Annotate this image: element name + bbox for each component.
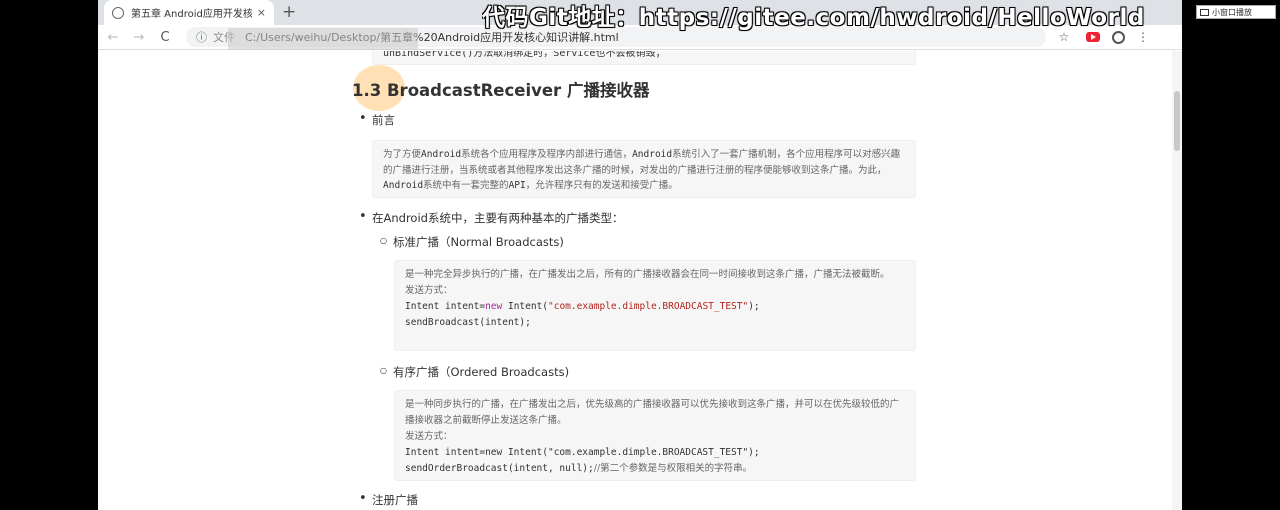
- watermark-text: 代码Git地址：https://gitee.com/hwdroid/HelloW…: [482, 5, 1145, 31]
- sub-bullet-ordered: 有序广播（Ordered Broadcasts): [380, 364, 569, 380]
- preface-text: ，允许程序只有的发送和接受广播。: [525, 180, 678, 191]
- normal-code-line-2: sendBroadcast(intent);: [405, 317, 531, 328]
- page-scrollbar[interactable]: [1172, 51, 1182, 510]
- section-heading: 1.3 BroadcastReceiver 广播接收器: [352, 81, 650, 100]
- normal-code-line-1: Intent intent=new Intent("com.example.di…: [405, 299, 905, 315]
- tab-title: 第五章 Android应用开发核心知: [131, 9, 252, 20]
- code-keyword: new: [485, 301, 503, 312]
- ordered-broadcast-code: 是一种同步执行的广播，在广播发出之后，优先级高的广播接收器可以优先接收到这条广播…: [394, 390, 916, 481]
- reload-button[interactable]: C: [154, 30, 176, 45]
- profile-avatar-icon[interactable]: [1112, 30, 1125, 44]
- code-token: Intent(: [502, 301, 549, 312]
- blurred-region: [228, 28, 418, 50]
- mini-window-button[interactable]: 小窗口播放: [1196, 5, 1276, 19]
- page-content: unBindService()方法取消绑定时，Service也不会被销毁； 1.…: [98, 51, 1182, 510]
- ordered-send-label: 发送方式：: [405, 431, 453, 442]
- globe-icon: [112, 6, 124, 19]
- scrollbar-thumb[interactable]: [1174, 91, 1180, 151]
- code-string: "com.example.dimple.BROADCAST_TEST": [548, 301, 749, 312]
- preface-term: API: [508, 180, 526, 191]
- preface-quote: 为了方便Android系统各个应用程序及程序内部进行通信，Android系统引入…: [372, 140, 916, 198]
- code-comment: //第二个参数是与权限相关的字符串。: [593, 463, 753, 474]
- previous-code-block: unBindService()方法取消绑定时，Service也不会被销毁；: [372, 51, 916, 65]
- preface-text: 系统中有一套完整的: [423, 180, 509, 191]
- sub-bullet-normal: 标准广播（Normal Broadcasts): [380, 234, 564, 250]
- code-token: );: [748, 301, 760, 312]
- code-token: sendOrderBroadcast(intent, null);: [405, 463, 594, 474]
- bullet-register: 注册广播: [359, 491, 418, 508]
- tab-close-icon[interactable]: ×: [257, 6, 266, 19]
- bullet-broadcast-types: 在Android系统中，主要有两种基本的广播类型：: [359, 209, 623, 226]
- back-button[interactable]: ←: [102, 30, 124, 45]
- mini-window-icon: [1200, 8, 1209, 16]
- preface-term: Android: [383, 180, 424, 191]
- preface-text: 系统各个应用程序及程序内部进行通信，: [461, 149, 633, 160]
- code-token: Intent intent=: [405, 301, 486, 312]
- menu-icon[interactable]: ⋮: [1133, 30, 1153, 44]
- ordered-desc: 是一种同步执行的广播，在广播发出之后，优先级高的广播接收器可以优先接收到这条广播…: [405, 399, 900, 426]
- ordered-code-line-1: Intent intent=new Intent("com.example.di…: [405, 447, 760, 458]
- normal-desc: 是一种完全异步执行的广播，在广播发出之后，所有的广播接收器会在同一时间接收到这条…: [405, 269, 890, 280]
- star-icon[interactable]: ☆: [1054, 30, 1074, 44]
- tab-active[interactable]: 第五章 Android应用开发核心知 ×: [104, 0, 274, 25]
- preface-text: 为了方便: [383, 149, 422, 160]
- extension-play-icon[interactable]: [1086, 32, 1100, 42]
- new-tab-button[interactable]: +: [282, 2, 296, 22]
- ordered-code-line-2: sendOrderBroadcast(intent, null);//第二个参数…: [405, 461, 905, 477]
- browser-window: 第五章 Android应用开发核心知 × + ← → C ⓘ 文件 C:/Use…: [98, 0, 1182, 510]
- preface-term: Android: [632, 149, 673, 160]
- preface-term: Android: [421, 149, 462, 160]
- normal-broadcast-code: 是一种完全异步执行的广播，在广播发出之后，所有的广播接收器会在同一时间接收到这条…: [394, 260, 916, 351]
- forward-button[interactable]: →: [128, 30, 150, 45]
- info-icon[interactable]: ⓘ: [196, 29, 207, 45]
- bullet-preface: 前言: [359, 111, 395, 128]
- mini-window-label: 小窗口播放: [1212, 7, 1252, 17]
- normal-send-label: 发送方式：: [405, 285, 453, 296]
